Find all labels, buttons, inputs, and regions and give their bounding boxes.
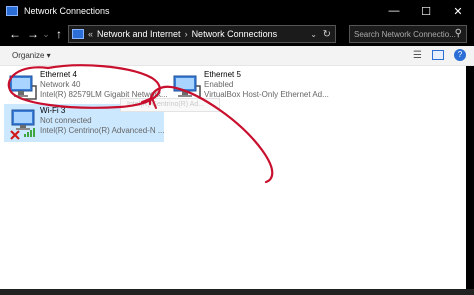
control-panel-icon <box>72 29 84 39</box>
connection-name: Ethernet 5 <box>204 70 241 79</box>
vertical-scrollbar[interactable] <box>466 66 474 289</box>
search-input[interactable]: Search Network Connectio... ⚲ <box>349 25 467 43</box>
device-tooltip: Intel(R) Centrino(R) Ad... <box>120 98 220 112</box>
title-bar: Network Connections — ☐ ✕ <box>0 0 474 22</box>
address-dropdown-icon[interactable]: ⌄ <box>310 30 317 39</box>
preview-pane-icon[interactable] <box>432 50 444 60</box>
search-placeholder: Search Network Connectio... <box>354 29 456 39</box>
content-pane: Organize ▾ ☰ ? Ethernet 4 Network 40 Int… <box>0 46 474 295</box>
connection-details: Ethernet 5 Enabled VirtualBox Host-Only … <box>204 70 329 100</box>
forward-button[interactable]: → <box>24 27 42 41</box>
minimize-button[interactable]: — <box>378 0 410 22</box>
up-button[interactable]: ↑ <box>50 27 68 41</box>
disconnected-x-icon <box>10 130 20 140</box>
ethernet-adapter-icon <box>9 75 37 100</box>
connection-status: Network 40 <box>40 80 81 89</box>
address-bar[interactable]: « Network and Internet › Network Connect… <box>68 25 336 43</box>
connection-device: VirtualBox Host-Only Ethernet Ad... <box>204 90 329 99</box>
recent-locations-button[interactable]: ⌄ <box>42 29 50 40</box>
close-button[interactable]: ✕ <box>442 0 474 22</box>
back-button[interactable]: ← <box>6 27 24 41</box>
maximize-button[interactable]: ☐ <box>410 0 442 22</box>
breadcrumb-network-connections[interactable]: Network Connections <box>192 29 278 39</box>
connection-status: Not connected <box>40 116 92 125</box>
breadcrumb-separator: › <box>184 29 188 39</box>
connection-details: Ethernet 4 Network 40 Intel(R) 82579LM G… <box>40 70 168 100</box>
refresh-icon[interactable]: ↻ <box>323 29 331 40</box>
organize-button[interactable]: Organize ▾ <box>12 51 51 60</box>
breadcrumb-overflow[interactable]: « <box>88 29 93 39</box>
window-controls: — ☐ ✕ <box>378 0 474 22</box>
command-bar: Organize ▾ ☰ ? <box>0 46 474 66</box>
view-options-icon[interactable]: ☰ <box>413 50 422 61</box>
navigation-bar: ← → ⌄ ↑ « Network and Internet › Network… <box>0 22 474 46</box>
view-controls: ☰ ? <box>413 49 466 61</box>
connection-status: Enabled <box>204 80 234 89</box>
search-icon[interactable]: ⚲ <box>455 28 462 39</box>
breadcrumb-network-and-internet[interactable]: Network and Internet <box>97 29 181 39</box>
help-icon[interactable]: ? <box>454 49 466 61</box>
connection-name: Ethernet 4 <box>40 70 77 79</box>
status-bar <box>0 289 474 295</box>
window-title: Network Connections <box>24 6 110 16</box>
network-connections-icon <box>6 6 18 16</box>
connection-device: Intel(R) Centrino(R) Advanced-N ... <box>40 126 165 135</box>
